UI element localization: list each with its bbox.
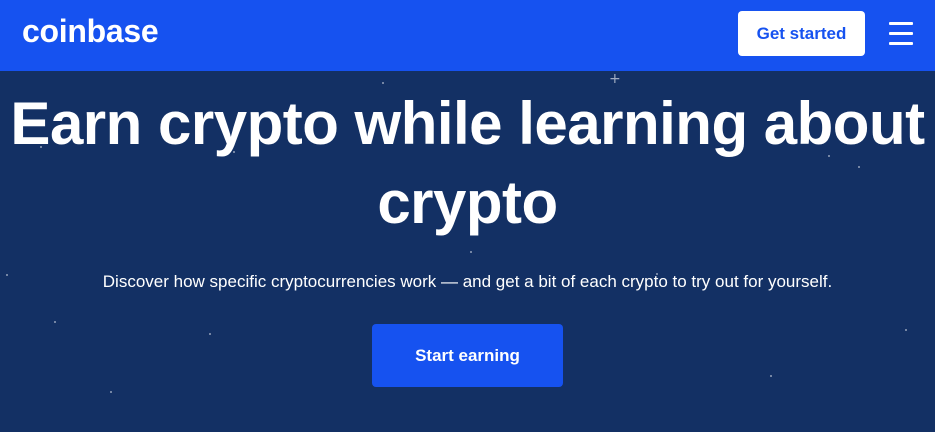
star-dot [54,321,56,323]
menu-line [889,32,913,35]
coinbase-logo[interactable]: coinbase [22,11,159,51]
hamburger-menu-icon[interactable] [884,18,918,50]
star-dot [470,251,472,253]
star-dot [770,375,772,377]
get-started-button[interactable]: Get started [738,11,865,56]
hero-subheading: Discover how specific cryptocurrencies w… [102,272,833,291]
star-dot [209,333,211,335]
top-navigation-bar: coinbase Get started [0,0,935,71]
star-dot [110,391,112,393]
star-dot [905,329,907,331]
hero-heading: Earn crypto while learning about crypto [10,90,925,236]
start-earning-button[interactable]: Start earning [372,324,563,387]
menu-line [889,22,913,25]
menu-line [889,42,913,45]
